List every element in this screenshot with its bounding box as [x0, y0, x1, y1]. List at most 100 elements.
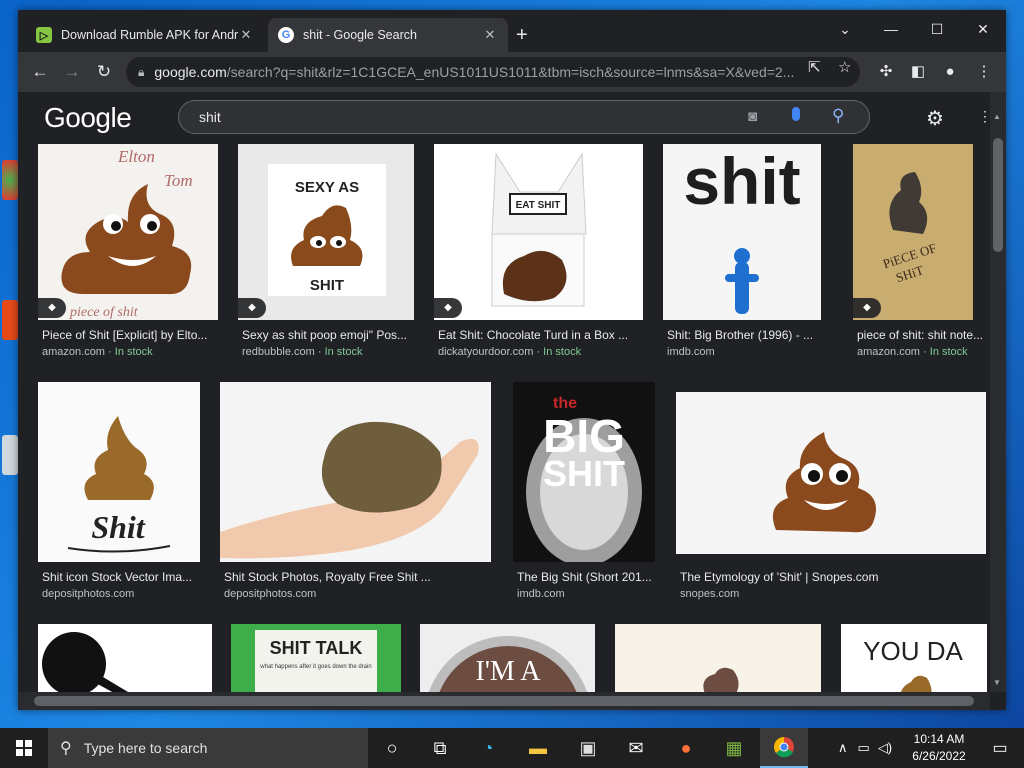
result-thumbnail[interactable]: [615, 624, 821, 692]
edge-icon[interactable]: ◔: [464, 728, 512, 768]
tab-title: shit - Google Search: [303, 28, 417, 42]
vertical-scroll-thumb[interactable]: [993, 138, 1003, 252]
handwritten-tom: Tom: [164, 171, 193, 190]
microphone-icon[interactable]: [792, 107, 800, 121]
result-thumbnail[interactable]: Shit: [38, 382, 200, 562]
shit-talk-title: SHIT TALK: [270, 638, 363, 658]
scroll-down-icon[interactable]: ▼: [993, 678, 1001, 687]
image-result[interactable]: PiECE OF SHiT ◆ piece of shit: shit note…: [853, 144, 983, 370]
result-thumbnail[interactable]: Elton Tom piece of shit ◆: [38, 144, 218, 320]
result-thumbnail[interactable]: SEXY AS SHIT ◆: [238, 144, 414, 320]
image-result[interactable]: shit Shit: Big Brother (1996) - ... imdb…: [663, 144, 821, 370]
file-explorer-icon[interactable]: ▬: [514, 728, 562, 768]
notification-icon[interactable]: ▭: [976, 728, 1024, 768]
result-caption[interactable]: piece of shit: shit note...: [857, 328, 987, 342]
image-result[interactable]: Shit Shit icon Stock Vector Ima... depos…: [38, 382, 200, 608]
image-result[interactable]: YOU DA: [841, 624, 987, 692]
horizontal-scrollbar[interactable]: [18, 692, 990, 710]
image-result[interactable]: [615, 624, 821, 692]
maximize-icon[interactable]: ☐: [914, 14, 960, 44]
close-tab-icon[interactable]: ✕: [482, 27, 498, 43]
search-icon: ⚲: [60, 740, 72, 757]
search-icon[interactable]: ⚲: [832, 106, 844, 126]
result-thumbnail[interactable]: I'M A: [420, 624, 595, 692]
result-thumbnail[interactable]: the BIG SHIT: [513, 382, 655, 562]
result-thumbnail[interactable]: [38, 624, 212, 692]
image-result[interactable]: EAT SHIT ◆ Eat Shit: Chocolate Turd in a…: [434, 144, 643, 370]
stock-status: In stock: [324, 346, 363, 358]
bookmark-star-icon[interactable]: ☆: [838, 58, 851, 76]
close-tab-icon[interactable]: ✕: [238, 27, 254, 43]
settings-gear-icon[interactable]: ⚙: [926, 106, 944, 131]
tray-chevron-icon[interactable]: ∧: [838, 740, 848, 756]
microsoft-store-icon[interactable]: ▣: [564, 728, 612, 768]
image-result[interactable]: [38, 624, 212, 692]
result-source: imdb.com: [667, 346, 715, 358]
volume-icon[interactable]: ◁): [878, 740, 892, 756]
windows-start-icon[interactable]: [0, 728, 48, 768]
address-bar[interactable]: 🔒︎ google.com /search?q=shit&rlz=1C1GCEA…: [126, 57, 860, 87]
source-domain: imdb.com: [667, 346, 715, 358]
image-result[interactable]: Shit Stock Photos, Royalty Free Shit ...…: [220, 382, 491, 608]
network-icon[interactable]: ▭: [858, 740, 870, 756]
image-result[interactable]: SHIT TALK what happens after it goes dow…: [231, 624, 401, 692]
desktop-file-icon[interactable]: [2, 435, 18, 475]
search-input[interactable]: shit: [178, 100, 870, 134]
firefox-icon[interactable]: ●: [662, 728, 710, 768]
image-result[interactable]: Elton Tom piece of shit ◆ Piece of Shit …: [38, 144, 218, 370]
result-thumbnail[interactable]: EAT SHIT ◆: [434, 144, 643, 320]
result-caption[interactable]: Piece of Shit [Explicit] by Elto...: [42, 328, 218, 342]
clock-date: 6/26/2022: [912, 749, 966, 763]
image-result[interactable]: the BIG SHIT The Big Shit (Short 201... …: [513, 382, 655, 608]
result-caption[interactable]: Shit icon Stock Vector Ima...: [42, 570, 202, 584]
scroll-up-icon[interactable]: ▲: [993, 112, 1001, 121]
menu-icon[interactable]: ⋮: [974, 62, 994, 82]
result-caption[interactable]: Shit: Big Brother (1996) - ...: [667, 328, 821, 342]
task-view-icon[interactable]: ⧉: [416, 728, 464, 768]
result-caption[interactable]: Eat Shit: Chocolate Turd in a Box ...: [438, 328, 643, 342]
stock-status: In stock: [114, 346, 153, 358]
google-logo[interactable]: Google: [44, 102, 132, 134]
desktop-chrome-icon[interactable]: [2, 160, 18, 200]
result-source: depositphotos.com: [224, 588, 317, 600]
result-caption[interactable]: The Big Shit (Short 201...: [517, 570, 657, 584]
result-thumbnail[interactable]: [220, 382, 491, 562]
cortana-icon[interactable]: ○: [368, 728, 416, 768]
taskbar-clock[interactable]: 10:14 AM 6/26/2022: [900, 731, 978, 765]
vertical-scrollbar[interactable]: ▲ ▼: [990, 92, 1006, 692]
new-tab-icon[interactable]: +: [516, 24, 528, 47]
side-panel-icon[interactable]: ◧: [908, 62, 928, 82]
tab-search-icon[interactable]: ⌄: [822, 14, 868, 44]
spreadsheet-app-icon[interactable]: ▦: [710, 728, 758, 768]
image-result[interactable]: I'M A: [420, 624, 595, 692]
image-result[interactable]: The Etymology of 'Shit' | Snopes.com sno…: [676, 382, 986, 608]
desktop-app-icon[interactable]: [2, 300, 18, 340]
profile-icon[interactable]: ●: [940, 62, 960, 82]
close-window-icon[interactable]: ✕: [960, 14, 1006, 44]
result-thumbnail[interactable]: shit: [663, 144, 821, 320]
result-source: depositphotos.com: [42, 588, 135, 600]
tab-google-search[interactable]: G shit - Google Search ✕: [268, 18, 508, 52]
image-result[interactable]: SEXY AS SHIT ◆ Sexy as shit poop emoji" …: [238, 144, 414, 370]
horizontal-scroll-thumb[interactable]: [34, 696, 974, 706]
extensions-icon[interactable]: ✣: [876, 62, 896, 82]
chrome-taskbar-icon[interactable]: [760, 728, 808, 768]
back-icon[interactable]: ←: [28, 60, 52, 84]
result-thumbnail[interactable]: YOU DA: [841, 624, 987, 692]
you-da-text: YOU DA: [863, 636, 963, 666]
result-thumbnail[interactable]: PiECE OF SHiT ◆: [853, 144, 973, 320]
result-caption[interactable]: Sexy as shit poop emoji" Pos...: [242, 328, 414, 342]
result-thumbnail[interactable]: [676, 392, 986, 554]
mail-icon[interactable]: ✉: [612, 728, 660, 768]
camera-icon[interactable]: ◙: [748, 108, 757, 125]
share-icon[interactable]: ⇱: [808, 58, 821, 76]
im-a-text: I'M A: [476, 656, 542, 687]
result-thumbnail[interactable]: SHIT TALK what happens after it goes dow…: [231, 624, 401, 692]
taskbar-search-box[interactable]: ⚲ Type here to search: [48, 728, 368, 768]
result-caption[interactable]: Shit Stock Photos, Royalty Free Shit ...: [224, 570, 491, 584]
result-caption[interactable]: The Etymology of 'Shit' | Snopes.com: [680, 570, 980, 584]
forward-icon[interactable]: →: [60, 60, 84, 84]
minimize-icon[interactable]: —: [868, 14, 914, 44]
reload-icon[interactable]: ↻: [92, 60, 116, 84]
tab-rumble[interactable]: ▷ Download Rumble APK for Android ✕: [26, 18, 264, 52]
